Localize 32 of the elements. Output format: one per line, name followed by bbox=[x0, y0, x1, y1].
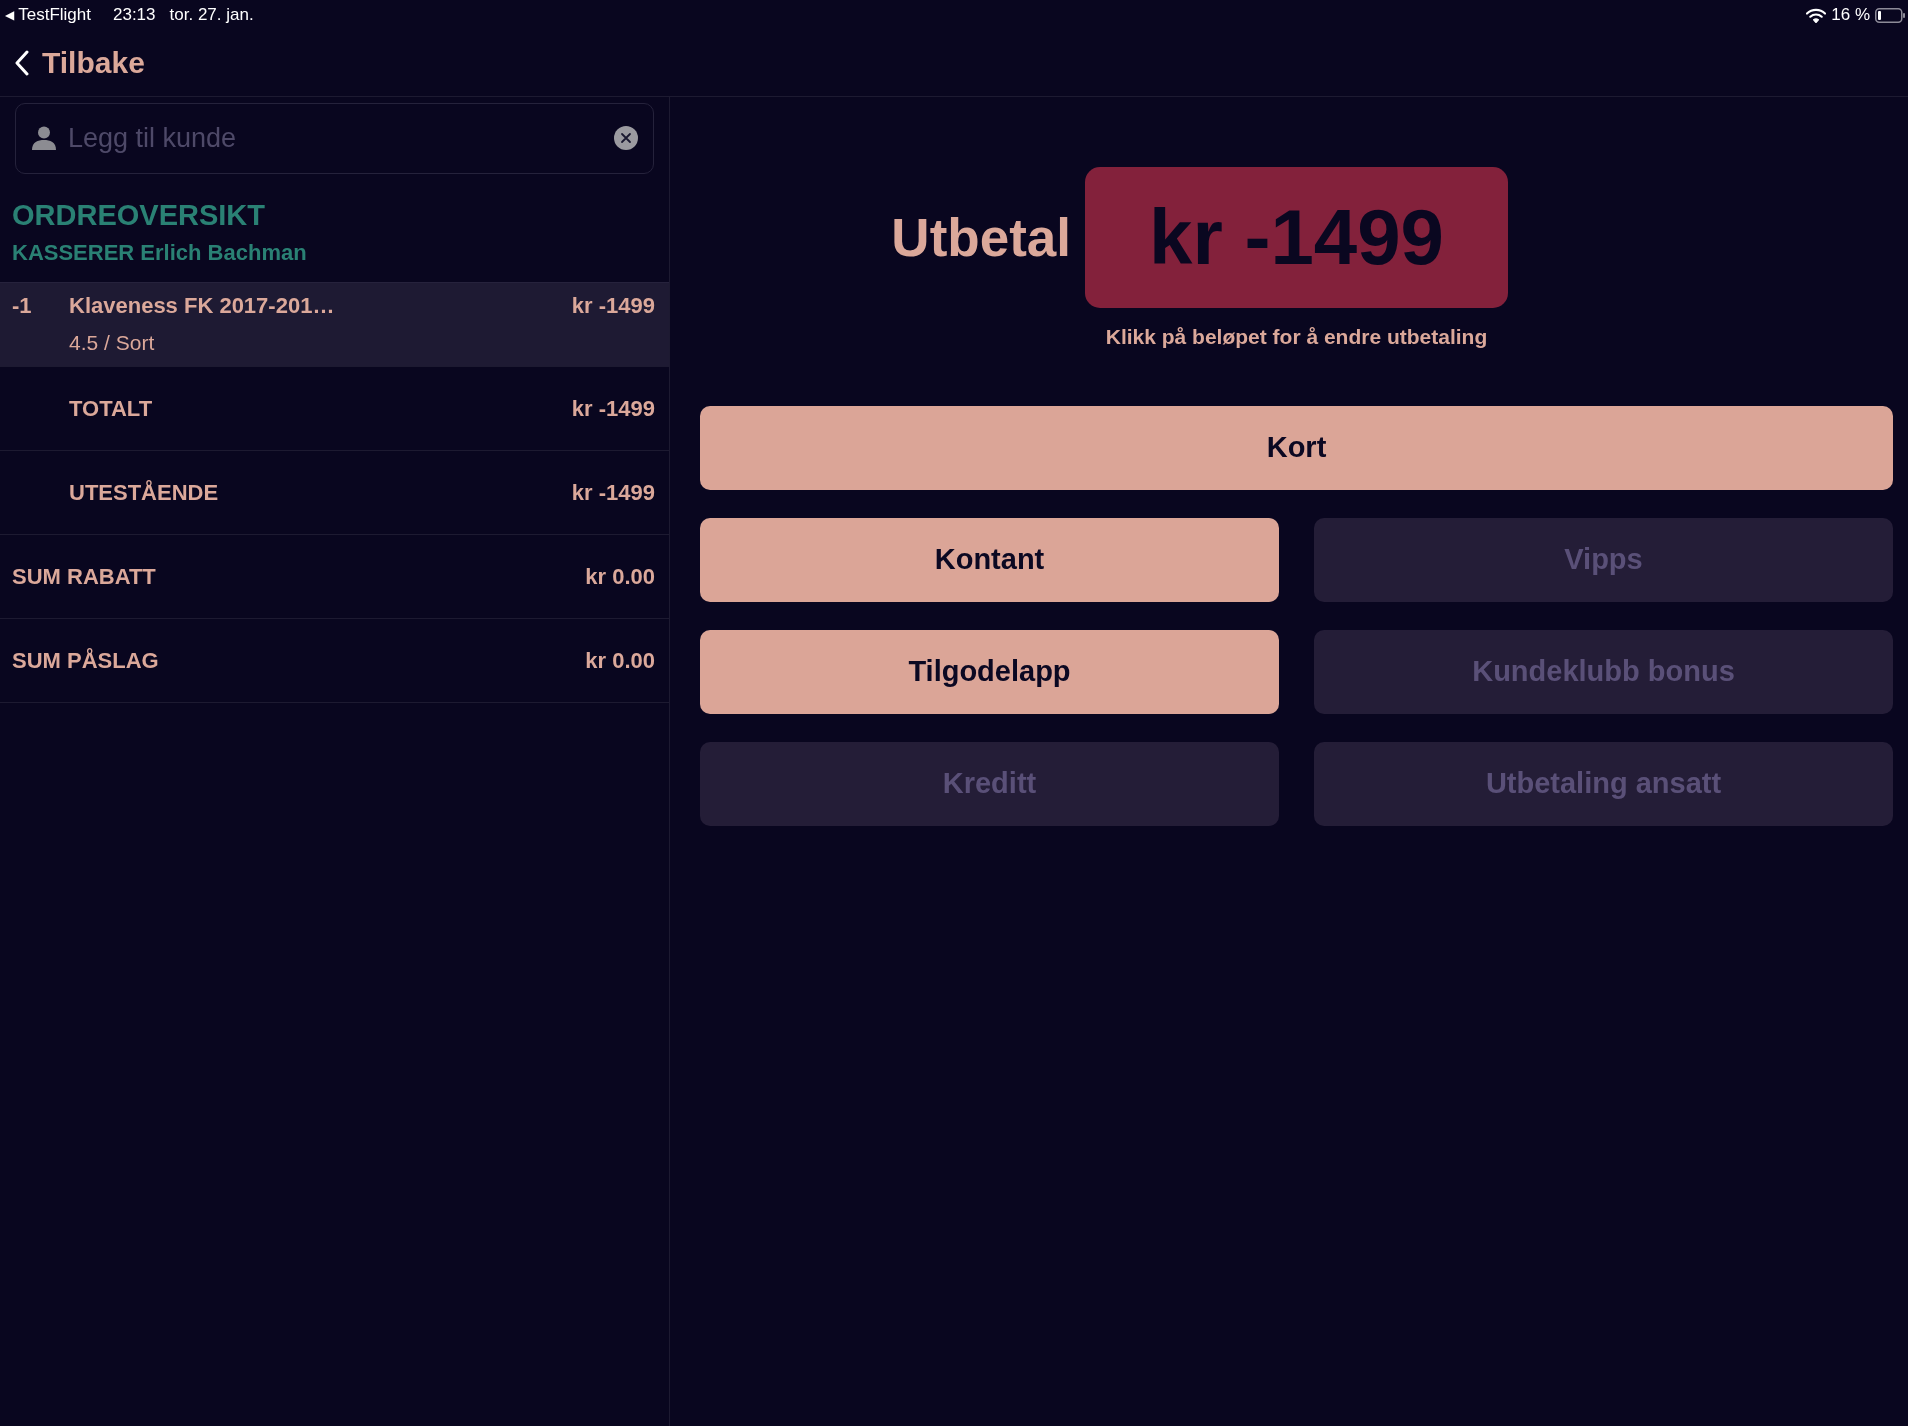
customer-search-field[interactable]: Legg til kunde bbox=[15, 103, 654, 174]
battery-icon bbox=[1875, 7, 1905, 23]
payment-method-button[interactable]: Tilgodelapp bbox=[700, 630, 1279, 714]
status-date: tor. 27. jan. bbox=[169, 4, 254, 27]
line-quantity: -1 bbox=[12, 293, 33, 320]
back-button[interactable]: Tilbake bbox=[14, 48, 145, 78]
line-variant: 4.5 / Sort bbox=[69, 330, 156, 356]
cashier-label: KASSERER Erlich Bachman bbox=[12, 240, 308, 266]
status-time: 23:13 bbox=[113, 4, 156, 27]
triangle-icon: ◀ bbox=[5, 9, 15, 21]
line-product-name: Klaveness FK 2017-201… bbox=[69, 293, 335, 319]
order-overview-title: ORDREOVERSIKT bbox=[12, 198, 266, 232]
line-price: kr -1499 bbox=[571, 293, 655, 320]
wifi-icon bbox=[1806, 7, 1827, 23]
order-line-row[interactable]: -1 Klaveness FK 2017-201… 4.5 / Sort kr -1499 bbox=[0, 283, 669, 367]
person-icon bbox=[31, 125, 57, 151]
total-label: UTESTÅENDE bbox=[69, 479, 219, 507]
payment-method-button[interactable]: Kort bbox=[700, 406, 1893, 490]
battery-percent: 16 % bbox=[1831, 4, 1870, 27]
total-label: SUM PÅSLAG bbox=[12, 647, 159, 675]
back-to-app-link[interactable]: ◀ TestFlight bbox=[5, 2, 91, 28]
payment-method-button[interactable]: Kontant bbox=[700, 518, 1279, 602]
payout-label: Utbetal bbox=[891, 206, 1072, 269]
total-label: SUM RABATT bbox=[12, 563, 156, 591]
total-amount: kr -1499 bbox=[571, 479, 655, 507]
chevron-left-icon bbox=[14, 50, 30, 76]
total-amount: kr -1499 bbox=[571, 395, 655, 423]
payout-hint: Klikk på beløpet for å endre utbetaling bbox=[1105, 324, 1488, 350]
total-label: TOTALT bbox=[69, 395, 153, 423]
clear-icon[interactable] bbox=[614, 126, 638, 150]
total-amount: kr 0.00 bbox=[585, 563, 655, 591]
total-amount: kr 0.00 bbox=[585, 647, 655, 675]
